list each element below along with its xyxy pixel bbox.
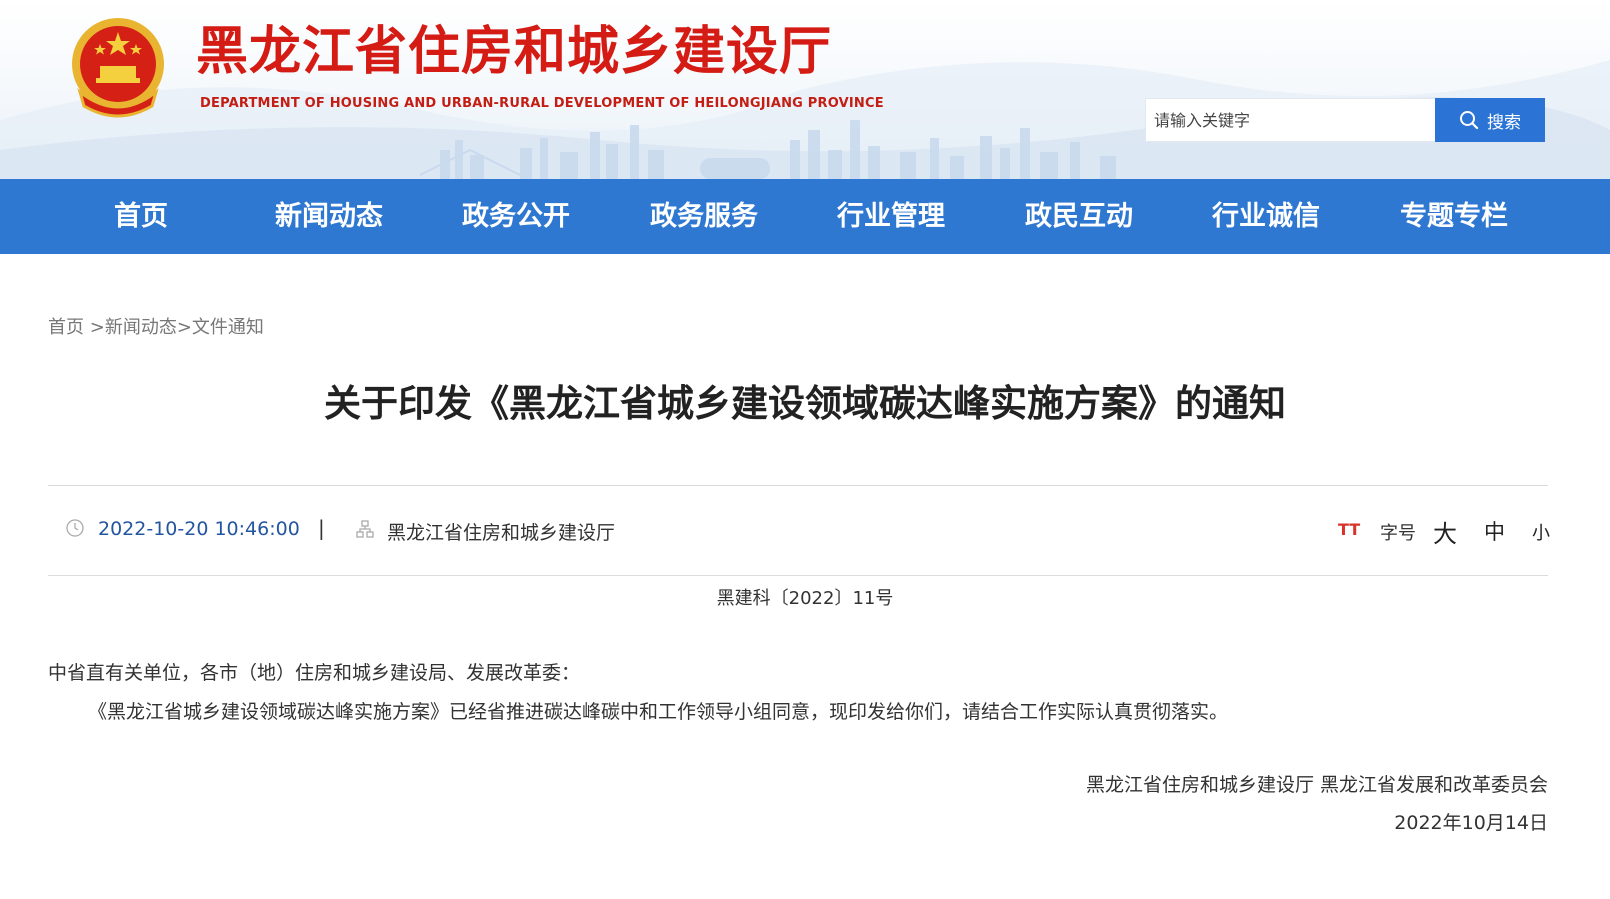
meta-separator: | [318, 516, 325, 540]
nav-item-industry-management[interactable]: 行业管理 [821, 179, 961, 254]
font-size-large-button[interactable]: 大 [1433, 514, 1457, 549]
document-number: 黑建科〔2022〕11号 [716, 588, 894, 609]
nav-item-government-affairs[interactable]: 政务公开 [446, 179, 586, 254]
nav-item-special-topics[interactable]: 专题专栏 [1384, 179, 1524, 254]
site-title: 黑龙江省住房和城乡建设厅 [196, 22, 833, 82]
nav-item-news[interactable]: 新闻动态 [259, 179, 399, 254]
site-header: 黑龙江省住房和城乡建设厅 DEPARTMENT OF HOUSING AND U… [0, 0, 1610, 179]
publish-source: 黑龙江省住房和城乡建设厅 [387, 522, 616, 544]
breadcrumb-home[interactable]: 首页 [48, 317, 84, 338]
font-size-label: 字号 [1380, 523, 1416, 544]
breadcrumb-notices[interactable]: >文件通知 [177, 317, 264, 338]
font-size-small-button[interactable]: 小 [1532, 519, 1550, 545]
divider [48, 485, 1548, 486]
clock-icon [66, 519, 84, 537]
nav-item-public-interaction[interactable]: 政民互动 [1009, 179, 1149, 254]
publish-date: 2022-10-20 10:46:00 [98, 518, 300, 540]
search-button-label: 搜索 [1487, 112, 1521, 133]
main-nav: 首页 新闻动态 政务公开 政务服务 行业管理 政民互动 行业诚信 专题专栏 [0, 179, 1610, 254]
national-emblem-icon [72, 18, 164, 118]
breadcrumb-news[interactable]: >新闻动态 [90, 317, 177, 338]
site-subtitle: DEPARTMENT OF HOUSING AND URBAN-RURAL DE… [200, 96, 884, 111]
nav-item-industry-credit[interactable]: 行业诚信 [1196, 179, 1336, 254]
font-size-icon: TT [1338, 520, 1361, 539]
org-icon [356, 520, 374, 538]
body-paragraph: 《黑龙江省城乡建设领域碳达峰实施方案》已经省推进碳达峰碳中和工作领导小组同意，现… [88, 701, 1229, 723]
signature-date: 2022年10月14日 [1394, 812, 1548, 834]
font-size-medium-button[interactable]: 中 [1484, 516, 1505, 546]
nav-item-government-services[interactable]: 政务服务 [634, 179, 774, 254]
salutation: 中省直有关单位，各市（地）住房和城乡建设局、发展改革委： [48, 662, 581, 684]
divider [48, 575, 1548, 576]
article-meta: 2022-10-20 10:46:00 | 黑龙江省住房和城乡建设厅 TT 字号… [48, 514, 1550, 549]
nav-item-home[interactable]: 首页 [86, 179, 196, 254]
search-input[interactable] [1146, 99, 1435, 141]
article-title: 关于印发《黑龙江省城乡建设领域碳达峰实施方案》的通知 [324, 382, 1286, 425]
signature: 黑龙江省住房和城乡建设厅 黑龙江省发展和改革委员会 [1085, 774, 1548, 796]
breadcrumb: 首页 >新闻动态>文件通知 [48, 313, 264, 339]
search-box [1145, 98, 1435, 142]
search-icon [1460, 111, 1479, 130]
search-button[interactable]: 搜索 [1435, 98, 1545, 142]
